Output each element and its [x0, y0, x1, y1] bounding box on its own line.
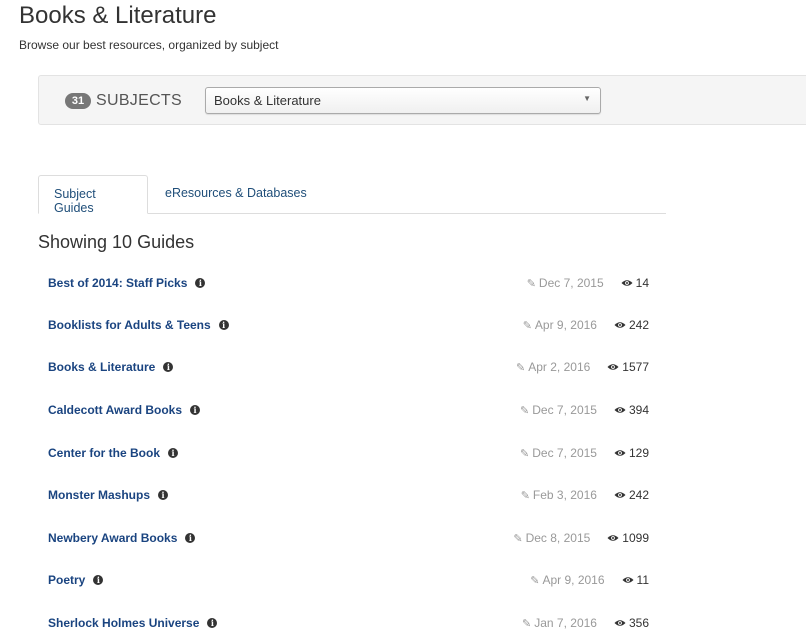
edit-icon: ✎	[522, 320, 532, 332]
eye-icon	[614, 407, 626, 413]
view-count: 1099	[622, 531, 649, 545]
last-updated: Dec 7, 2015	[532, 446, 597, 460]
list-item: Books & Literature i ✎ Apr 2, 2016 1577	[48, 360, 653, 380]
view-count: 356	[628, 616, 649, 630]
info-icon[interactable]: i	[185, 532, 196, 543]
eye-icon	[621, 280, 633, 286]
last-updated: Jan 7, 2016	[534, 616, 597, 630]
tab-eresources-databases[interactable]: eResources & Databases	[150, 175, 322, 214]
list-item: Center for the Book i ✎ Dec 7, 2015 129	[48, 446, 653, 466]
guide-link[interactable]: Best of 2014: Staff Picks i	[48, 276, 206, 290]
subject-count-badge: 31	[65, 93, 91, 109]
info-icon[interactable]: i	[207, 617, 218, 628]
info-icon[interactable]: i	[163, 361, 174, 372]
last-updated: Dec 8, 2015	[525, 531, 591, 545]
guide-link[interactable]: Sherlock Holmes Universe i	[48, 616, 218, 630]
view-count: 1577	[622, 360, 649, 374]
subject-select[interactable]: Books & Literature ▼	[205, 87, 601, 114]
guide-link[interactable]: Monster Mashups i	[48, 488, 169, 502]
guide-meta: ✎ Apr 9, 2016 242	[523, 318, 649, 332]
edit-icon: ✎	[520, 448, 530, 460]
eye-icon	[622, 577, 634, 583]
list-item: Newbery Award Books i ✎ Dec 8, 2015 1099	[48, 531, 653, 551]
view-count: 394	[628, 403, 649, 417]
view-count: 11	[636, 573, 649, 587]
page-title: Books & Literature	[19, 2, 217, 29]
guide-meta: ✎ Apr 9, 2016 11	[530, 573, 649, 587]
guide-link[interactable]: Booklists for Adults & Teens i	[48, 318, 229, 332]
eye-icon	[614, 492, 626, 498]
info-icon[interactable]: i	[168, 447, 179, 458]
info-icon[interactable]: i	[158, 489, 169, 500]
subjects-label: SUBJECTS	[96, 92, 182, 109]
edit-icon: ✎	[526, 278, 536, 290]
guide-link[interactable]: Poetry i	[48, 573, 104, 587]
list-item: Poetry i ✎ Apr 9, 2016 11	[48, 573, 653, 593]
edit-icon: ✎	[520, 405, 530, 417]
list-item: Booklists for Adults & Teens i ✎ Apr 9, 20…	[48, 318, 653, 338]
info-icon[interactable]: i	[190, 404, 201, 415]
edit-icon: ✎	[530, 575, 540, 587]
page-subtitle: Browse our best resources, organized by …	[19, 38, 279, 52]
tab-bar: Subject Guides eResources & Databases	[38, 175, 666, 215]
last-updated: Dec 7, 2015	[538, 276, 604, 290]
guide-meta: ✎ Apr 2, 2016 1577	[516, 360, 649, 374]
guide-link[interactable]: Books & Literature i	[48, 360, 174, 374]
view-count: 242	[628, 318, 649, 332]
edit-icon: ✎	[520, 490, 530, 502]
last-updated: Apr 2, 2016	[528, 360, 591, 374]
info-icon[interactable]: i	[218, 319, 229, 330]
view-count: 129	[628, 446, 649, 460]
eye-icon	[607, 535, 619, 541]
eye-icon	[614, 322, 626, 328]
list-item: Monster Mashups i ✎ Feb 3, 2016 242	[48, 488, 653, 508]
guide-meta: ✎ Feb 3, 2016 242	[521, 488, 649, 502]
last-updated: Dec 7, 2015	[532, 403, 597, 417]
edit-icon: ✎	[516, 362, 526, 374]
list-item: Sherlock Holmes Universe i ✎ Jan 7, 2016 35…	[48, 616, 653, 636]
guides-count-heading: Showing 10 Guides	[38, 232, 195, 252]
guide-meta: ✎ Dec 7, 2015 129	[520, 446, 649, 460]
info-icon[interactable]: i	[93, 574, 104, 585]
eye-icon	[614, 450, 626, 456]
guide-link[interactable]: Newbery Award Books i	[48, 531, 196, 545]
last-updated: Apr 9, 2016	[534, 318, 597, 332]
guide-meta: ✎ Jan 7, 2016 356	[522, 616, 649, 630]
subject-select-value: Books & Literature	[214, 93, 321, 108]
edit-icon: ✎	[522, 618, 532, 630]
edit-icon: ✎	[513, 533, 523, 545]
list-item: Best of 2014: Staff Picks i ✎ Dec 7, 2015 1…	[48, 276, 653, 296]
guide-meta: ✎ Dec 7, 2015 394	[520, 403, 649, 417]
guide-link[interactable]: Center for the Book i	[48, 446, 179, 460]
info-icon[interactable]: i	[195, 277, 206, 288]
tab-subject-guides[interactable]: Subject Guides	[38, 175, 148, 215]
view-count: 14	[635, 276, 649, 290]
list-item: Caldecott Award Books i ✎ Dec 7, 2015 394	[48, 403, 653, 423]
guide-meta: ✎ Dec 7, 2015 14	[527, 276, 649, 290]
eye-icon	[614, 620, 626, 626]
subject-filter-bar: 31 SUBJECTS Books & Literature ▼	[38, 75, 806, 125]
guide-link[interactable]: Caldecott Award Books i	[48, 403, 201, 417]
view-count: 242	[628, 488, 649, 502]
last-updated: Feb 3, 2016	[532, 488, 597, 502]
eye-icon	[607, 364, 619, 370]
guide-meta: ✎ Dec 8, 2015 1099	[513, 531, 649, 545]
caret-down-icon: ▼	[583, 94, 591, 103]
last-updated: Apr 9, 2016	[542, 573, 605, 587]
